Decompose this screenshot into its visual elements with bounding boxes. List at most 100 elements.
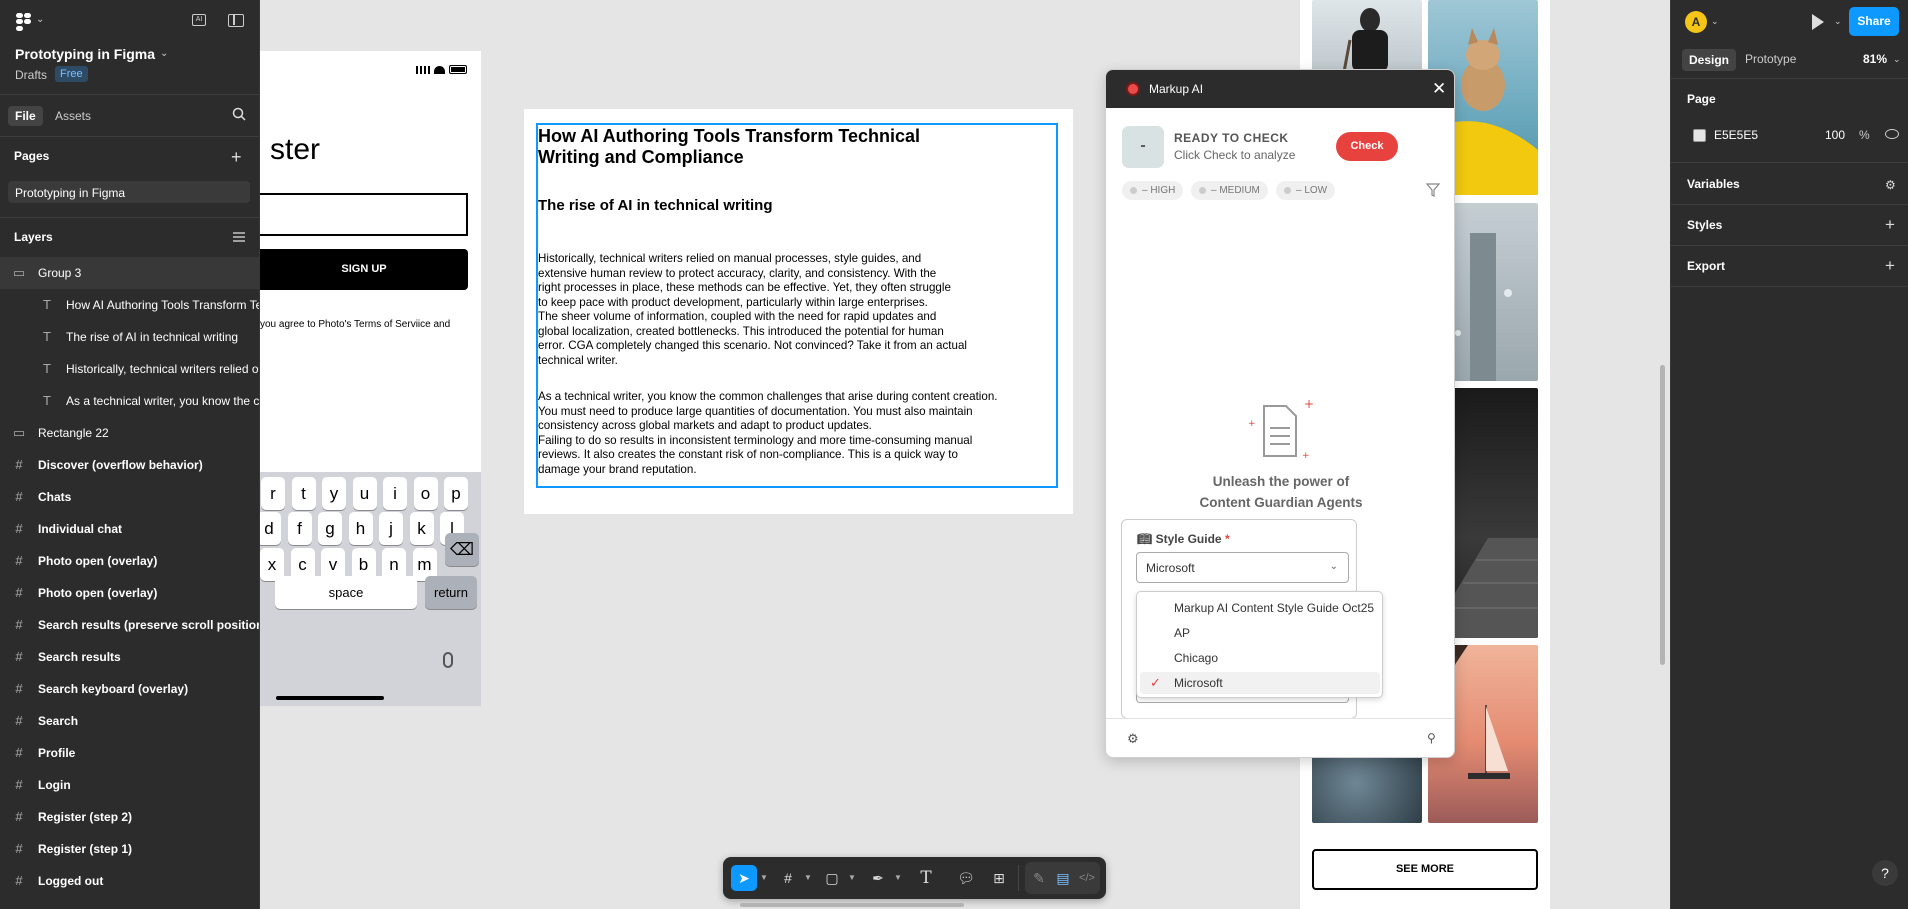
draw-mode-icon[interactable]: ✎	[1026, 865, 1052, 891]
horizontal-scrollbar[interactable]	[740, 903, 964, 907]
rectangle-tool-icon[interactable]: ▢	[819, 865, 845, 891]
article-subtitle[interactable]: The rise of AI in technical writing	[538, 197, 772, 214]
ai-icon[interactable]: AI	[192, 14, 206, 26]
variables-icon[interactable]: ⚙	[1885, 178, 1896, 192]
layer-item[interactable]: # Individual chat	[0, 513, 259, 545]
dev-mode-icon[interactable]: </>	[1074, 865, 1100, 891]
project-name[interactable]: Prototyping in Figma	[15, 46, 155, 62]
chevron-down-icon[interactable]: ⌄	[1893, 54, 1901, 65]
pen-tool-icon[interactable]: ✒	[865, 865, 891, 891]
chevron-down-icon[interactable]: ▼	[804, 873, 812, 882]
layer-item[interactable]: # Discover (overflow behavior)	[0, 449, 259, 481]
key[interactable]: r	[261, 477, 285, 510]
search-icon[interactable]	[232, 107, 246, 121]
layer-item[interactable]: T As a technical writer, you know the co	[0, 385, 259, 417]
layer-item[interactable]: ▭ Rectangle 22	[0, 417, 259, 449]
background-hex[interactable]: E5E5E5	[1714, 128, 1758, 142]
dropdown-option[interactable]: Chicago	[1140, 647, 1380, 669]
background-opacity[interactable]: 100	[1825, 128, 1845, 142]
zoom-level[interactable]: 81%	[1863, 52, 1887, 66]
key[interactable]: u	[352, 477, 377, 510]
severity-medium-pill[interactable]: – MEDIUM	[1191, 181, 1268, 200]
dropdown-option[interactable]: Markup AI Content Style Guide Oct25	[1140, 597, 1380, 619]
signup-button[interactable]: SIGN UP	[260, 249, 468, 290]
layer-item[interactable]: # Profile	[0, 737, 259, 769]
layer-item[interactable]: T How AI Authoring Tools Transform Te	[0, 289, 259, 321]
add-style-icon[interactable]: +	[1885, 216, 1895, 233]
key[interactable]: d	[260, 512, 281, 545]
key[interactable]: j	[379, 512, 403, 545]
layer-item[interactable]: # Chats	[0, 481, 259, 513]
key[interactable]: g	[318, 512, 342, 545]
layer-item[interactable]: ▭ Group 3	[0, 257, 259, 289]
comment-tool-icon[interactable]: 💬︎	[953, 865, 979, 891]
layer-item[interactable]: # Login	[0, 769, 259, 801]
layer-item[interactable]: # Search results	[0, 641, 259, 673]
space-key[interactable]: space	[275, 576, 417, 609]
check-button[interactable]: Check	[1336, 132, 1398, 161]
variables-heading[interactable]: Variables	[1687, 177, 1740, 191]
article-paragraph[interactable]: As a technical writer, you know the comm…	[538, 390, 1058, 477]
background-swatch[interactable]	[1693, 129, 1706, 142]
photo-bokeh[interactable]	[1312, 757, 1422, 823]
style-guide-select[interactable]: Microsoft ⌄	[1136, 552, 1349, 583]
design-mode-icon[interactable]: ▤	[1050, 865, 1076, 891]
settings-icon[interactable]: ⚙	[1127, 731, 1139, 747]
add-page-icon[interactable]: +	[231, 148, 242, 166]
return-key[interactable]: return	[425, 576, 477, 609]
key[interactable]: i	[383, 477, 407, 510]
layer-item[interactable]: # Register (step 2)	[0, 801, 259, 833]
see-more-button[interactable]: SEE MORE	[1312, 849, 1538, 890]
layer-item[interactable]: # Logged out	[0, 865, 259, 897]
styles-heading[interactable]: Styles	[1687, 218, 1722, 232]
article-title[interactable]: How AI Authoring Tools Transform Technic…	[538, 126, 978, 168]
present-icon[interactable]	[1812, 14, 1824, 30]
key[interactable]: t	[291, 477, 316, 510]
help-button[interactable]: ?	[1872, 860, 1898, 886]
microphone-icon[interactable]	[443, 652, 453, 668]
tab-assets[interactable]: Assets	[55, 109, 91, 123]
canvas[interactable]: ster SIGN UP you agree to Photo's Terms …	[260, 0, 1670, 909]
vertical-scrollbar[interactable]	[1660, 365, 1665, 665]
filter-icon[interactable]	[1426, 183, 1440, 197]
chevron-down-icon[interactable]: ▼	[894, 873, 902, 882]
layer-item[interactable]: # Photo open (overlay)	[0, 545, 259, 577]
key[interactable]: y	[322, 477, 346, 510]
layer-item[interactable]: T Historically, technical writers relied …	[0, 353, 259, 385]
toggle-sidebar-icon[interactable]	[228, 14, 244, 27]
figma-menu-icon[interactable]	[16, 13, 32, 31]
email-field[interactable]	[260, 193, 468, 236]
layer-item[interactable]: # Photo open (overlay)	[0, 577, 259, 609]
chevron-down-icon[interactable]: ⌄	[1711, 16, 1719, 27]
move-tool-icon[interactable]: ➤	[731, 865, 757, 891]
close-icon[interactable]: ✕	[1432, 79, 1446, 99]
severity-low-pill[interactable]: – LOW	[1276, 181, 1336, 200]
severity-high-pill[interactable]: – HIGH	[1122, 181, 1184, 200]
add-export-icon[interactable]: +	[1885, 257, 1895, 274]
tab-prototype[interactable]: Prototype	[1745, 52, 1796, 66]
dropdown-option[interactable]: ✓ Microsoft	[1140, 672, 1380, 694]
tab-file[interactable]: File	[8, 106, 43, 126]
page-item[interactable]: Prototyping in Figma	[8, 181, 250, 203]
text-tool-icon[interactable]: T	[913, 865, 939, 891]
photo-person[interactable]	[1312, 0, 1422, 72]
layer-item[interactable]: # Search	[0, 705, 259, 737]
key[interactable]: p	[444, 477, 468, 510]
user-icon[interactable]: ⚲	[1427, 731, 1436, 745]
share-button[interactable]: Share	[1849, 7, 1899, 36]
key[interactable]: h	[348, 512, 373, 545]
layer-item[interactable]: # Search results (preserve scroll positio…	[0, 609, 259, 641]
key[interactable]: f	[287, 512, 312, 545]
key[interactable]: k	[409, 512, 434, 545]
frame-tool-icon[interactable]: #	[775, 865, 801, 891]
chevron-down-icon[interactable]: ▼	[848, 873, 856, 882]
avatar[interactable]: A	[1685, 11, 1707, 33]
layer-item[interactable]: # Search keyboard (overlay)	[0, 673, 259, 705]
actions-icon[interactable]: ⊞	[986, 865, 1012, 891]
drafts-label[interactable]: Drafts	[15, 68, 47, 82]
register-frame[interactable]: ster SIGN UP you agree to Photo's Terms …	[260, 51, 481, 706]
key[interactable]: o	[413, 477, 438, 510]
eye-icon[interactable]	[1885, 129, 1899, 139]
article-paragraph[interactable]: Historically, technical writers relied o…	[538, 252, 1058, 368]
export-heading[interactable]: Export	[1687, 259, 1725, 273]
